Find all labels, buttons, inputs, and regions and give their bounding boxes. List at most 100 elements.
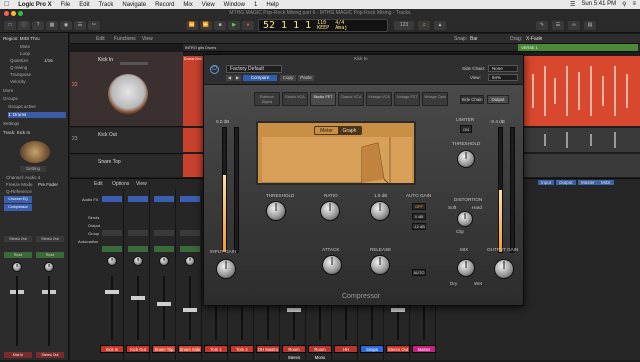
mixer-tab-input[interactable]: Input (538, 180, 555, 185)
strip-b-pan-knob[interactable] (44, 262, 54, 272)
strip-fader[interactable] (157, 302, 171, 306)
track-row-kick-out[interactable]: 23 Kick Out (70, 128, 183, 154)
browsers-button[interactable]: ▤ (584, 21, 596, 30)
list-icon[interactable]: ≡ (632, 1, 636, 8)
knee-knob[interactable] (370, 201, 390, 221)
copy-button[interactable]: Copy (280, 75, 296, 81)
menu-navigate[interactable]: Navigate (122, 2, 146, 8)
region-header[interactable]: Region: MIDI Thru (3, 36, 40, 42)
freeze-mode-select[interactable]: Pre Fader (38, 182, 58, 188)
mixer-tab-midi[interactable]: MIDI (598, 180, 614, 185)
strip-name[interactable]: Stereo Out (386, 345, 410, 353)
edit-menu[interactable]: Edit (96, 36, 105, 42)
mix-knob[interactable] (457, 259, 475, 277)
zoom-button[interactable] (18, 11, 23, 16)
group-row[interactable]: 1: Drums (8, 112, 66, 118)
strip-name[interactable]: Tom 2 (230, 345, 254, 353)
strip-automation-slot[interactable] (154, 246, 174, 252)
inspector-button[interactable]: ⓘ (18, 21, 30, 30)
model-vintage-fet[interactable]: Vintage FET (394, 92, 420, 106)
play-button[interactable]: ▶ (228, 21, 240, 30)
auto-gain-0db-button[interactable]: 0 dB (412, 213, 426, 220)
menu-mix[interactable]: Mix (183, 2, 192, 8)
menu-screenset[interactable]: 1 (254, 2, 257, 8)
model-vintage-vca[interactable]: Vintage VCA (366, 92, 392, 106)
menu-window[interactable]: Window (224, 2, 245, 8)
limiter-on-button[interactable]: ON (460, 125, 472, 133)
mixer-view-menu[interactable]: View (136, 181, 147, 187)
attack-knob[interactable] (322, 255, 342, 275)
mixer-tab-output[interactable]: Output (556, 180, 576, 185)
strip-b-name[interactable]: Stereo Out (36, 352, 64, 358)
lists-button[interactable]: ☰ (552, 21, 564, 30)
strip-fader[interactable] (391, 308, 405, 312)
mixer-options-menu[interactable]: Options (112, 181, 129, 187)
track-row-snare-top[interactable]: Snare Top (70, 155, 183, 177)
strip-a-automation[interactable]: Read (4, 252, 32, 258)
quantize-select[interactable]: 1/16 (44, 58, 53, 64)
strip-automation-slot[interactable] (180, 246, 200, 252)
rewind-button[interactable]: ⏪ (186, 21, 198, 30)
strip-automation-slot[interactable] (102, 246, 122, 252)
track-name[interactable]: Kick In (98, 57, 113, 63)
strip-a-plugin-eq[interactable]: Channel EQ (4, 196, 32, 203)
setting-button[interactable]: Setting (20, 166, 46, 172)
search-icon[interactable]: ⚲ (622, 1, 626, 8)
preset-menu[interactable]: Factory Default (226, 65, 282, 73)
track-name[interactable]: Snare Top (98, 159, 121, 165)
notes-button[interactable]: ✎ (536, 21, 548, 30)
apple-icon[interactable]:  (4, 1, 9, 8)
model-platinum-digital[interactable]: Platinum Digital (254, 92, 280, 106)
preset-next-button[interactable]: ▶ (234, 75, 241, 81)
strip-name[interactable]: Tom 1 (204, 345, 228, 353)
strip-name[interactable]: Master (412, 345, 436, 353)
menu-help[interactable]: Help (266, 2, 278, 8)
strip-name[interactable]: Snaps (360, 345, 384, 353)
view-zoom-select[interactable]: 94% (488, 74, 518, 81)
release-knob[interactable] (370, 255, 390, 275)
strip-fader[interactable] (287, 308, 301, 312)
strip-b-automation[interactable]: Read (36, 252, 64, 258)
editors-button[interactable]: ✂ (88, 21, 100, 30)
strip-a-output[interactable]: Stereo Out (4, 236, 32, 242)
snap-select[interactable]: Bar (470, 36, 478, 42)
strip-plugin-slot[interactable] (154, 196, 174, 202)
strip-plugin-slot[interactable] (102, 196, 122, 202)
clock[interactable]: Sun 5:41 PM (581, 1, 616, 8)
menu-edit[interactable]: Edit (79, 2, 89, 8)
distortion-knob[interactable] (457, 211, 473, 227)
limiter-threshold-knob[interactable] (457, 150, 475, 168)
record-button[interactable]: ● (242, 21, 254, 30)
strip-name[interactable]: Snare Side (178, 345, 202, 353)
release-auto-button[interactable]: AUTO (412, 269, 426, 276)
track-volume-slider[interactable] (120, 62, 148, 65)
paste-button[interactable]: Paste (298, 75, 314, 81)
strip-name[interactable]: HH (334, 345, 358, 353)
strip-fader[interactable] (131, 296, 145, 300)
side-chain-view-button[interactable]: Side Chain (460, 95, 484, 104)
menu-record[interactable]: Record (155, 2, 174, 8)
ruler[interactable]: VERSE 1 (183, 44, 640, 52)
more-disclosure[interactable]: More (3, 88, 13, 94)
mixer-button[interactable]: ☰ (74, 21, 86, 30)
strip-pan-knob[interactable] (159, 256, 169, 266)
preset-prev-button[interactable]: ◀ (226, 75, 233, 81)
stop-button[interactable]: ■ (214, 21, 226, 30)
strip-output-slot[interactable] (180, 230, 200, 236)
toolbar-button[interactable]: ▦ (46, 21, 58, 30)
strip-name[interactable]: Room Mono (308, 345, 332, 360)
strip-name[interactable]: Kick Out (126, 345, 150, 353)
strip-fader[interactable] (183, 308, 197, 312)
close-button[interactable] (4, 11, 9, 16)
drag-select[interactable]: X-Fade (526, 36, 542, 42)
strip-fader[interactable] (105, 290, 119, 294)
track-name[interactable]: Kick Out (98, 132, 117, 138)
app-menu[interactable]: Logic Pro X (18, 2, 51, 8)
strip-a-pan-knob[interactable] (12, 262, 22, 272)
smart-controls-button[interactable]: ◉ (60, 21, 72, 30)
track-header[interactable]: Track: Kick In (3, 130, 30, 136)
menu-view[interactable]: View (202, 2, 215, 8)
tuner-button[interactable]: ♫ (418, 21, 430, 30)
strip-pan-knob[interactable] (133, 256, 143, 266)
strip-output-slot[interactable] (154, 230, 174, 236)
